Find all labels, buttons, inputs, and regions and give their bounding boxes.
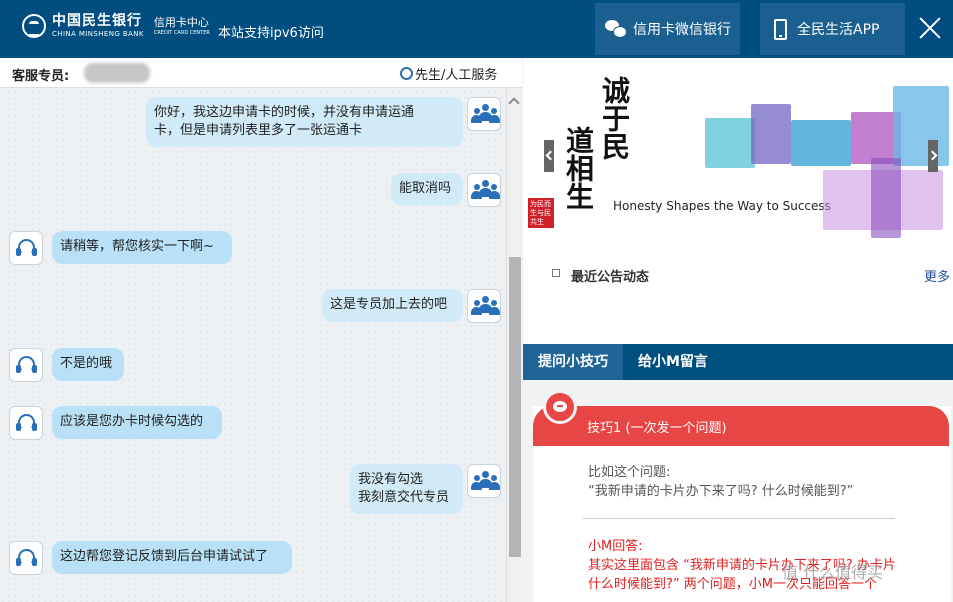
human-service-label: 先生/人工服务 bbox=[415, 68, 498, 83]
tab-question-tips[interactable]: 提问小技巧 bbox=[523, 344, 623, 380]
bank-name-en: CHINA MINSHENG BANK bbox=[52, 30, 144, 38]
headset-icon bbox=[400, 67, 413, 80]
user-message-bubble: 我没有勾选 我刻意交代专员 bbox=[350, 464, 463, 514]
tab-leave-message[interactable]: 给小M留言 bbox=[623, 344, 723, 380]
agent-message-bubble: 应该是您办卡时候勾选的 bbox=[52, 406, 222, 439]
chat-header: 客服专员: 先生/人工服务 bbox=[0, 58, 522, 88]
notice-section: 最近公告动态 更多 bbox=[523, 250, 953, 344]
promo-banner[interactable]: 诚于民 道相生 为民而生与民共生 Honesty Shapes the Way … bbox=[523, 58, 953, 250]
calligraphy-text-2: 道相生 bbox=[562, 126, 595, 210]
top-header: 中国民生银行 CHINA MINSHENG BANK 信用卡中心 CREDIT … bbox=[0, 0, 953, 58]
agent-avatar-icon bbox=[9, 231, 43, 265]
tip-divider bbox=[583, 518, 895, 519]
tip-title: 技巧1 (一次发一个问题) bbox=[587, 421, 727, 436]
tips-panel: 技巧1 (一次发一个问题) 比如这个问题: “我新申请的卡片办下来了吗? 什么时… bbox=[523, 380, 953, 602]
user-message-bubble: 能取消吗 bbox=[391, 173, 463, 205]
close-icon[interactable] bbox=[918, 16, 942, 40]
bank-name-cn: 中国民生银行 bbox=[52, 13, 142, 29]
calligraphy-text-1: 诚于民 bbox=[598, 76, 631, 160]
red-seal: 为民而生与民共生 bbox=[528, 198, 554, 228]
city-art bbox=[871, 158, 901, 238]
chat-bubble-icon bbox=[543, 390, 577, 424]
chat-scrollbar[interactable] bbox=[506, 89, 522, 602]
city-art bbox=[791, 120, 851, 166]
site-watermark: 值 什么值得买 bbox=[782, 563, 884, 582]
answer-label: 小M回答: bbox=[588, 539, 643, 554]
city-art bbox=[751, 104, 791, 164]
center-en: CREDIT CARD CENTER bbox=[153, 29, 210, 36]
city-art bbox=[705, 118, 755, 168]
banner-next-icon[interactable] bbox=[928, 140, 938, 172]
agent-message-bubble: 不是的哦 bbox=[52, 348, 124, 381]
wechat-icon bbox=[605, 20, 627, 38]
agent-avatar-icon bbox=[9, 541, 43, 575]
scroll-up-icon[interactable] bbox=[508, 97, 520, 109]
bank-logo-icon bbox=[22, 14, 46, 38]
center-cn: 信用卡中心 bbox=[153, 15, 209, 29]
agent-name-redacted bbox=[84, 63, 150, 83]
user-message-bubble: 你好，我这边申请卡的时候，并没有申请运通 卡，但是申请列表里多了一张运通卡 bbox=[146, 97, 463, 147]
tab-bar: 提问小技巧 给小M留言 bbox=[523, 344, 953, 380]
human-service-link[interactable]: 先生/人工服务 bbox=[400, 64, 497, 83]
agent-avatar-icon bbox=[9, 348, 43, 382]
agent-message-bubble: 请稍等，帮您核实一下啊~ bbox=[52, 231, 232, 264]
banner-slogan: Honesty Shapes the Way to Success bbox=[613, 199, 831, 213]
banner-prev-icon[interactable] bbox=[544, 140, 554, 172]
ipv6-notice: 本站支持ipv6访问 bbox=[218, 26, 324, 41]
notice-title: 最近公告动态 bbox=[571, 270, 650, 285]
speaker-icon bbox=[552, 269, 560, 277]
example-label: 比如这个问题: bbox=[588, 465, 671, 480]
scroll-thumb[interactable] bbox=[509, 257, 521, 557]
user-avatar-icon bbox=[467, 97, 501, 131]
wechat-button-label: 信用卡微信银行 bbox=[633, 22, 731, 38]
logo-text: 中国民生银行 CHINA MINSHENG BANK bbox=[52, 14, 144, 38]
notice-more-link[interactable]: 更多 bbox=[924, 266, 950, 285]
chat-message-area[interactable]: 你好，我这边申请卡的时候，并没有申请运通 卡，但是申请列表里多了一张运通卡 能取… bbox=[0, 89, 506, 602]
agent-message-bubble: 这边帮您登记反馈到后台申请试试了 bbox=[52, 541, 292, 574]
right-panel: 诚于民 道相生 为民而生与民共生 Honesty Shapes the Way … bbox=[523, 58, 953, 602]
user-avatar-icon bbox=[467, 464, 501, 498]
tip-header: 技巧1 (一次发一个问题) bbox=[533, 406, 949, 446]
example-question: “我新申请的卡片办下来了吗? 什么时候能到?” bbox=[588, 484, 854, 499]
app-button-label: 全民生活APP bbox=[797, 22, 880, 38]
user-message-bubble: 这是专员加上去的吧 bbox=[322, 289, 463, 322]
phone-icon bbox=[774, 18, 787, 40]
user-avatar-icon bbox=[467, 289, 501, 323]
agent-avatar-icon bbox=[9, 406, 43, 440]
center-label: 信用卡中心 CREDIT CARD CENTER bbox=[154, 17, 210, 36]
app-button[interactable]: 全民生活APP bbox=[760, 3, 905, 55]
city-art bbox=[893, 86, 949, 166]
user-avatar-icon bbox=[467, 173, 501, 207]
wechat-bank-button[interactable]: 信用卡微信银行 bbox=[595, 3, 740, 55]
agent-label: 客服专员: bbox=[12, 69, 70, 84]
bank-logo[interactable]: 中国民生银行 CHINA MINSHENG BANK 信用卡中心 CREDIT … bbox=[22, 14, 210, 38]
